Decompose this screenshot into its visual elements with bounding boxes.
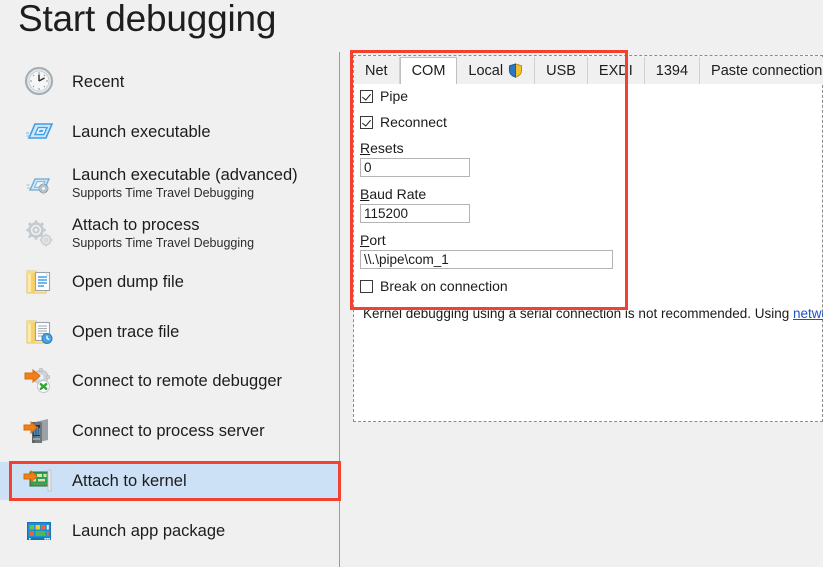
resets-label: Resets [360,140,404,156]
sidebar-item-sublabel: Supports Time Travel Debugging [72,236,255,250]
break-on-connection-label: Break on connection [380,278,508,294]
tab-label: 1394 [655,62,689,79]
sidebar-item-connect-remote-debugger[interactable]: Connect to remote debugger [0,362,340,400]
network-link[interactable]: network [793,306,823,321]
pipe-label: Pipe [380,88,409,104]
sidebar-item-launch-executable-advanced[interactable]: Launch executable (advanced) Supports Ti… [0,162,340,204]
sidebar-item-label: Open trace file [72,323,180,341]
tab-label: Local [468,62,504,79]
sidebar-item-connect-process-server[interactable]: Connect to process server [0,412,340,450]
reconnect-label: Reconnect [380,114,447,130]
tab-exdi[interactable]: EXDI [587,57,645,84]
sidebar-item-label: Recent [72,73,125,91]
sidebar-item-recent[interactable]: Recent [0,62,340,102]
gears-icon [22,216,56,250]
sidebar-item-label: Attach to kernel [72,472,187,490]
baud-rate-label: Baud Rate [360,186,427,202]
sidebar-item-label: Open dump file [72,273,184,291]
baud-rate-input[interactable]: 115200 [360,204,470,223]
sidebar-item-label: Launch executable (advanced) [72,166,298,184]
tab-label: Net [365,62,388,79]
executable-advanced-icon [22,166,56,200]
kernel-card-icon [22,464,56,498]
tab-label: COM [411,63,446,79]
sidebar-item-label: Launch executable [72,123,211,141]
executable-icon [22,115,56,149]
sidebar-item-launch-executable[interactable]: Launch executable [0,113,340,151]
tab-1394[interactable]: 1394 [644,57,701,84]
resets-input[interactable]: 0 [360,158,470,177]
sidebar-item-attach-to-process[interactable]: Attach to process Supports Time Travel D… [0,212,340,254]
break-on-connection-checkbox[interactable] [360,279,373,293]
page-title: Start debugging [18,0,277,39]
tab-label: USB [546,62,576,79]
reconnect-checkbox-row[interactable]: Reconnect [360,114,660,130]
tab-label: Paste connection string [711,62,823,79]
status-message: Kernel debugging using a serial connecti… [363,306,823,321]
port-label: Port [360,232,386,248]
sidebar-item-label: Connect to remote debugger [72,372,283,390]
connection-type-tabs: Net COM Local USB EXDI 1394 Paste connec… [354,56,823,84]
tab-paste-connection-string[interactable]: Paste connection string [700,57,823,84]
sidebar-item-label: Attach to process [72,216,200,234]
start-debugging-window: Start debugging Recent Launch executable… [0,0,823,567]
reconnect-checkbox[interactable] [360,115,373,129]
clock-icon [22,65,56,99]
sidebar-item-label: Launch app package [72,522,226,540]
sidebar-item-open-trace-file[interactable]: Open trace file [0,313,340,351]
tab-com[interactable]: COM [399,57,458,84]
tab-local[interactable]: Local [457,57,536,84]
sidebar-item-label: Connect to process server [72,422,265,440]
com-settings-form: Pipe Reconnect Resets 0 Baud Rate 115200… [360,88,660,304]
sidebar-item-launch-app-package[interactable]: Launch app package [0,512,340,550]
pipe-checkbox-row[interactable]: Pipe [360,88,660,104]
tab-net[interactable]: Net [354,57,400,84]
port-input[interactable]: \\.\pipe\com_1 [360,250,613,269]
server-icon [22,414,56,448]
sidebar-item-sublabel: Supports Time Travel Debugging [72,186,255,200]
tab-usb[interactable]: USB [535,57,588,84]
uac-shield-icon [508,63,523,78]
sidebar-item-attach-to-kernel[interactable]: Attach to kernel [0,462,340,500]
remote-debugger-icon [22,364,56,398]
folder-trace-icon [22,315,56,349]
app-package-icon [22,514,56,548]
break-on-connection-row[interactable]: Break on connection [360,278,660,294]
tab-label: EXDI [598,62,633,79]
status-message-text: Kernel debugging using a serial connecti… [363,306,794,321]
pipe-checkbox[interactable] [360,89,373,103]
folder-document-icon [22,265,56,299]
sidebar-item-open-dump-file[interactable]: Open dump file [0,263,340,301]
